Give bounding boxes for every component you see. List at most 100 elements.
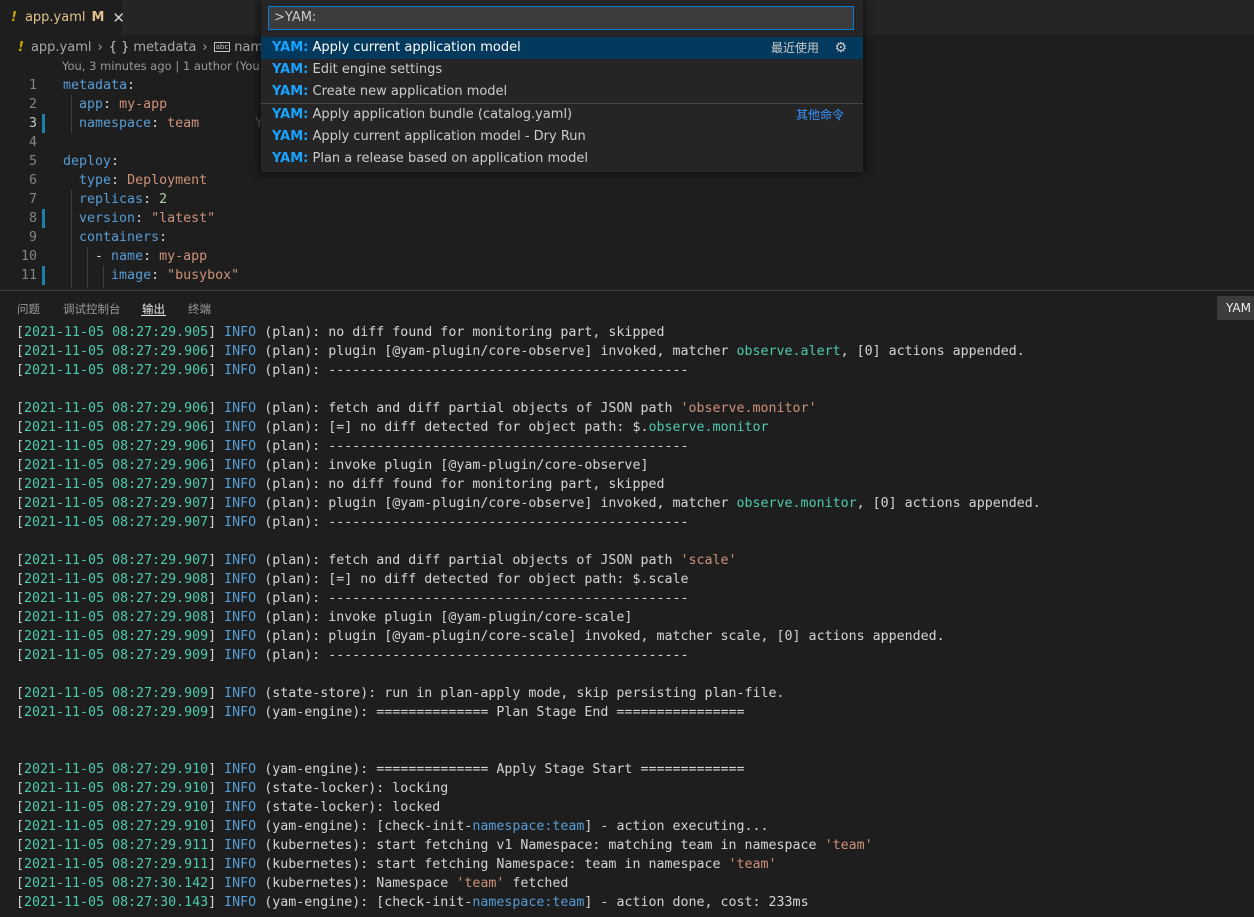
log-line: [2021-11-05 08:27:29.908] INFO (plan): -… bbox=[16, 589, 688, 608]
log-timestamp: 2021-11-05 08:27:29.910 bbox=[24, 800, 209, 815]
code-line[interactable]: 7 replicas: 2 bbox=[0, 190, 1254, 209]
code-line[interactable]: 9 containers: bbox=[0, 228, 1254, 247]
log-text: ] bbox=[208, 629, 225, 644]
log-text: ] bbox=[208, 553, 225, 568]
log-line: [2021-11-05 08:27:29.906] INFO (plan): [… bbox=[16, 418, 769, 437]
command-item[interactable]: YAM: Apply current application model 最近使用… bbox=[261, 37, 863, 59]
log-text: ] bbox=[208, 876, 225, 891]
log-text: [ bbox=[16, 325, 25, 340]
line-code: app: my-app bbox=[63, 95, 167, 114]
line-number: 10 bbox=[20, 249, 37, 264]
log-timestamp: 2021-11-05 08:27:29.907 bbox=[24, 477, 209, 492]
log-text: 'team' bbox=[728, 857, 777, 872]
code-line[interactable]: 6 type: Deployment bbox=[0, 171, 1254, 190]
log-text: (yam-engine): ============== Apply Stage… bbox=[256, 762, 745, 777]
log-text: ] bbox=[208, 800, 225, 815]
indent-guide bbox=[87, 247, 88, 288]
command-item[interactable]: YAM: Apply application bundle (catalog.y… bbox=[261, 104, 863, 126]
code-line[interactable]: 10 - name: my-app bbox=[0, 247, 1254, 266]
log-text: [ bbox=[16, 515, 25, 530]
log-text: [ bbox=[16, 648, 25, 663]
code-token: name bbox=[111, 249, 144, 264]
indent-guide bbox=[71, 190, 72, 288]
tab-problems[interactable]: 问题 bbox=[17, 301, 40, 317]
yaml-file-icon: ! bbox=[11, 10, 17, 25]
log-text: ] bbox=[208, 572, 225, 587]
log-text: ] bbox=[208, 439, 225, 454]
tab-debug-console[interactable]: 调试控制台 bbox=[63, 301, 121, 317]
command-item[interactable]: YAM: Plan a release based on application… bbox=[261, 148, 863, 170]
log-timestamp: 2021-11-05 08:27:29.905 bbox=[24, 325, 209, 340]
log-timestamp: 2021-11-05 08:27:29.909 bbox=[24, 629, 209, 644]
line-code: deploy: bbox=[63, 152, 119, 171]
log-text: [ bbox=[16, 705, 25, 720]
code-token: : bbox=[151, 116, 168, 131]
log-level: INFO bbox=[224, 705, 257, 720]
git-modified-indicator[interactable] bbox=[42, 209, 45, 228]
git-modified-indicator[interactable] bbox=[42, 266, 45, 285]
log-text: 'team' bbox=[456, 876, 505, 891]
log-text: (plan): no diff found for monitoring par… bbox=[256, 477, 665, 492]
close-icon[interactable]: ✕ bbox=[112, 9, 125, 27]
code-token: metadata bbox=[63, 78, 128, 93]
gear-icon[interactable]: ⚙ bbox=[834, 37, 847, 59]
log-level: INFO bbox=[224, 344, 257, 359]
command-palette: >YAM: YAM: Apply current application mod… bbox=[261, 0, 863, 172]
log-text: [ bbox=[16, 401, 25, 416]
indent-guide bbox=[71, 95, 72, 133]
tab-terminal[interactable]: 终端 bbox=[188, 301, 211, 317]
command-palette-input[interactable]: >YAM: bbox=[268, 6, 854, 30]
log-level: INFO bbox=[224, 629, 257, 644]
command-category: YAM: bbox=[272, 40, 309, 55]
log-text: [ bbox=[16, 876, 25, 891]
log-timestamp: 2021-11-05 08:27:29.907 bbox=[24, 496, 209, 511]
command-title: Apply current application model bbox=[312, 40, 521, 55]
log-text: (plan): --------------------------------… bbox=[256, 363, 689, 378]
git-blame-codelens[interactable]: You, 3 minutes ago | 1 author (You) | A bbox=[62, 59, 283, 73]
line-code: image: "busybox" bbox=[63, 266, 239, 285]
log-timestamp: 2021-11-05 08:27:29.907 bbox=[24, 515, 209, 530]
log-text: , [0] actions appended. bbox=[840, 344, 1025, 359]
git-modified-indicator[interactable] bbox=[42, 114, 45, 133]
log-text: [ bbox=[16, 762, 25, 777]
log-text: ] bbox=[208, 344, 225, 359]
command-category: YAM: bbox=[272, 129, 309, 144]
command-item[interactable]: YAM: Edit engine settings bbox=[261, 59, 863, 81]
log-text: (state-locker): locking bbox=[256, 781, 449, 796]
code-token: replicas bbox=[79, 192, 144, 207]
code-line[interactable]: 8 version: "latest" bbox=[0, 209, 1254, 228]
log-timestamp: 2021-11-05 08:27:29.906 bbox=[24, 458, 209, 473]
log-text: ] bbox=[208, 705, 225, 720]
log-level: INFO bbox=[224, 458, 257, 473]
line-number: 7 bbox=[28, 192, 37, 207]
output-channel-select[interactable]: YAM bbox=[1217, 296, 1254, 320]
log-text: [ bbox=[16, 477, 25, 492]
breadcrumb-metadata[interactable]: metadata bbox=[133, 40, 196, 55]
log-timestamp: 2021-11-05 08:27:29.911 bbox=[24, 838, 209, 853]
log-timestamp: 2021-11-05 08:27:29.906 bbox=[24, 420, 209, 435]
line-number: 11 bbox=[20, 268, 37, 283]
log-text: fetched bbox=[504, 876, 569, 891]
log-level: INFO bbox=[224, 515, 257, 530]
code-line[interactable]: 11 image: "busybox" bbox=[0, 266, 1254, 285]
breadcrumb-file[interactable]: app.yaml bbox=[31, 40, 92, 55]
command-item[interactable]: YAM: Create new application model bbox=[261, 81, 863, 103]
log-line: [2021-11-05 08:27:29.910] INFO (state-lo… bbox=[16, 798, 440, 817]
log-text: ] bbox=[208, 819, 225, 834]
log-text: [ bbox=[16, 686, 25, 701]
code-token: : bbox=[159, 230, 168, 245]
log-text: (plan): plugin [@yam-plugin/core-observe… bbox=[256, 344, 737, 359]
log-text: ] bbox=[208, 610, 225, 625]
tab-app-yaml[interactable]: ! app.yaml M ✕ bbox=[0, 0, 125, 35]
log-line: [2021-11-05 08:27:29.909] INFO (state-st… bbox=[16, 684, 785, 703]
code-token: : bbox=[143, 249, 160, 264]
command-item[interactable]: YAM: Apply current application model - D… bbox=[261, 126, 863, 148]
log-timestamp: 2021-11-05 08:27:29.906 bbox=[24, 344, 209, 359]
command-label: YAM: Apply current application model - D… bbox=[272, 126, 586, 148]
command-label: YAM: Create new application model bbox=[272, 81, 507, 103]
code-token: version bbox=[79, 211, 136, 226]
line-code: namespace: team Yo bbox=[63, 114, 271, 133]
log-text: observe.monitor bbox=[736, 496, 857, 511]
output-log[interactable]: [2021-11-05 08:27:29.905] INFO (plan): n… bbox=[0, 323, 1254, 917]
